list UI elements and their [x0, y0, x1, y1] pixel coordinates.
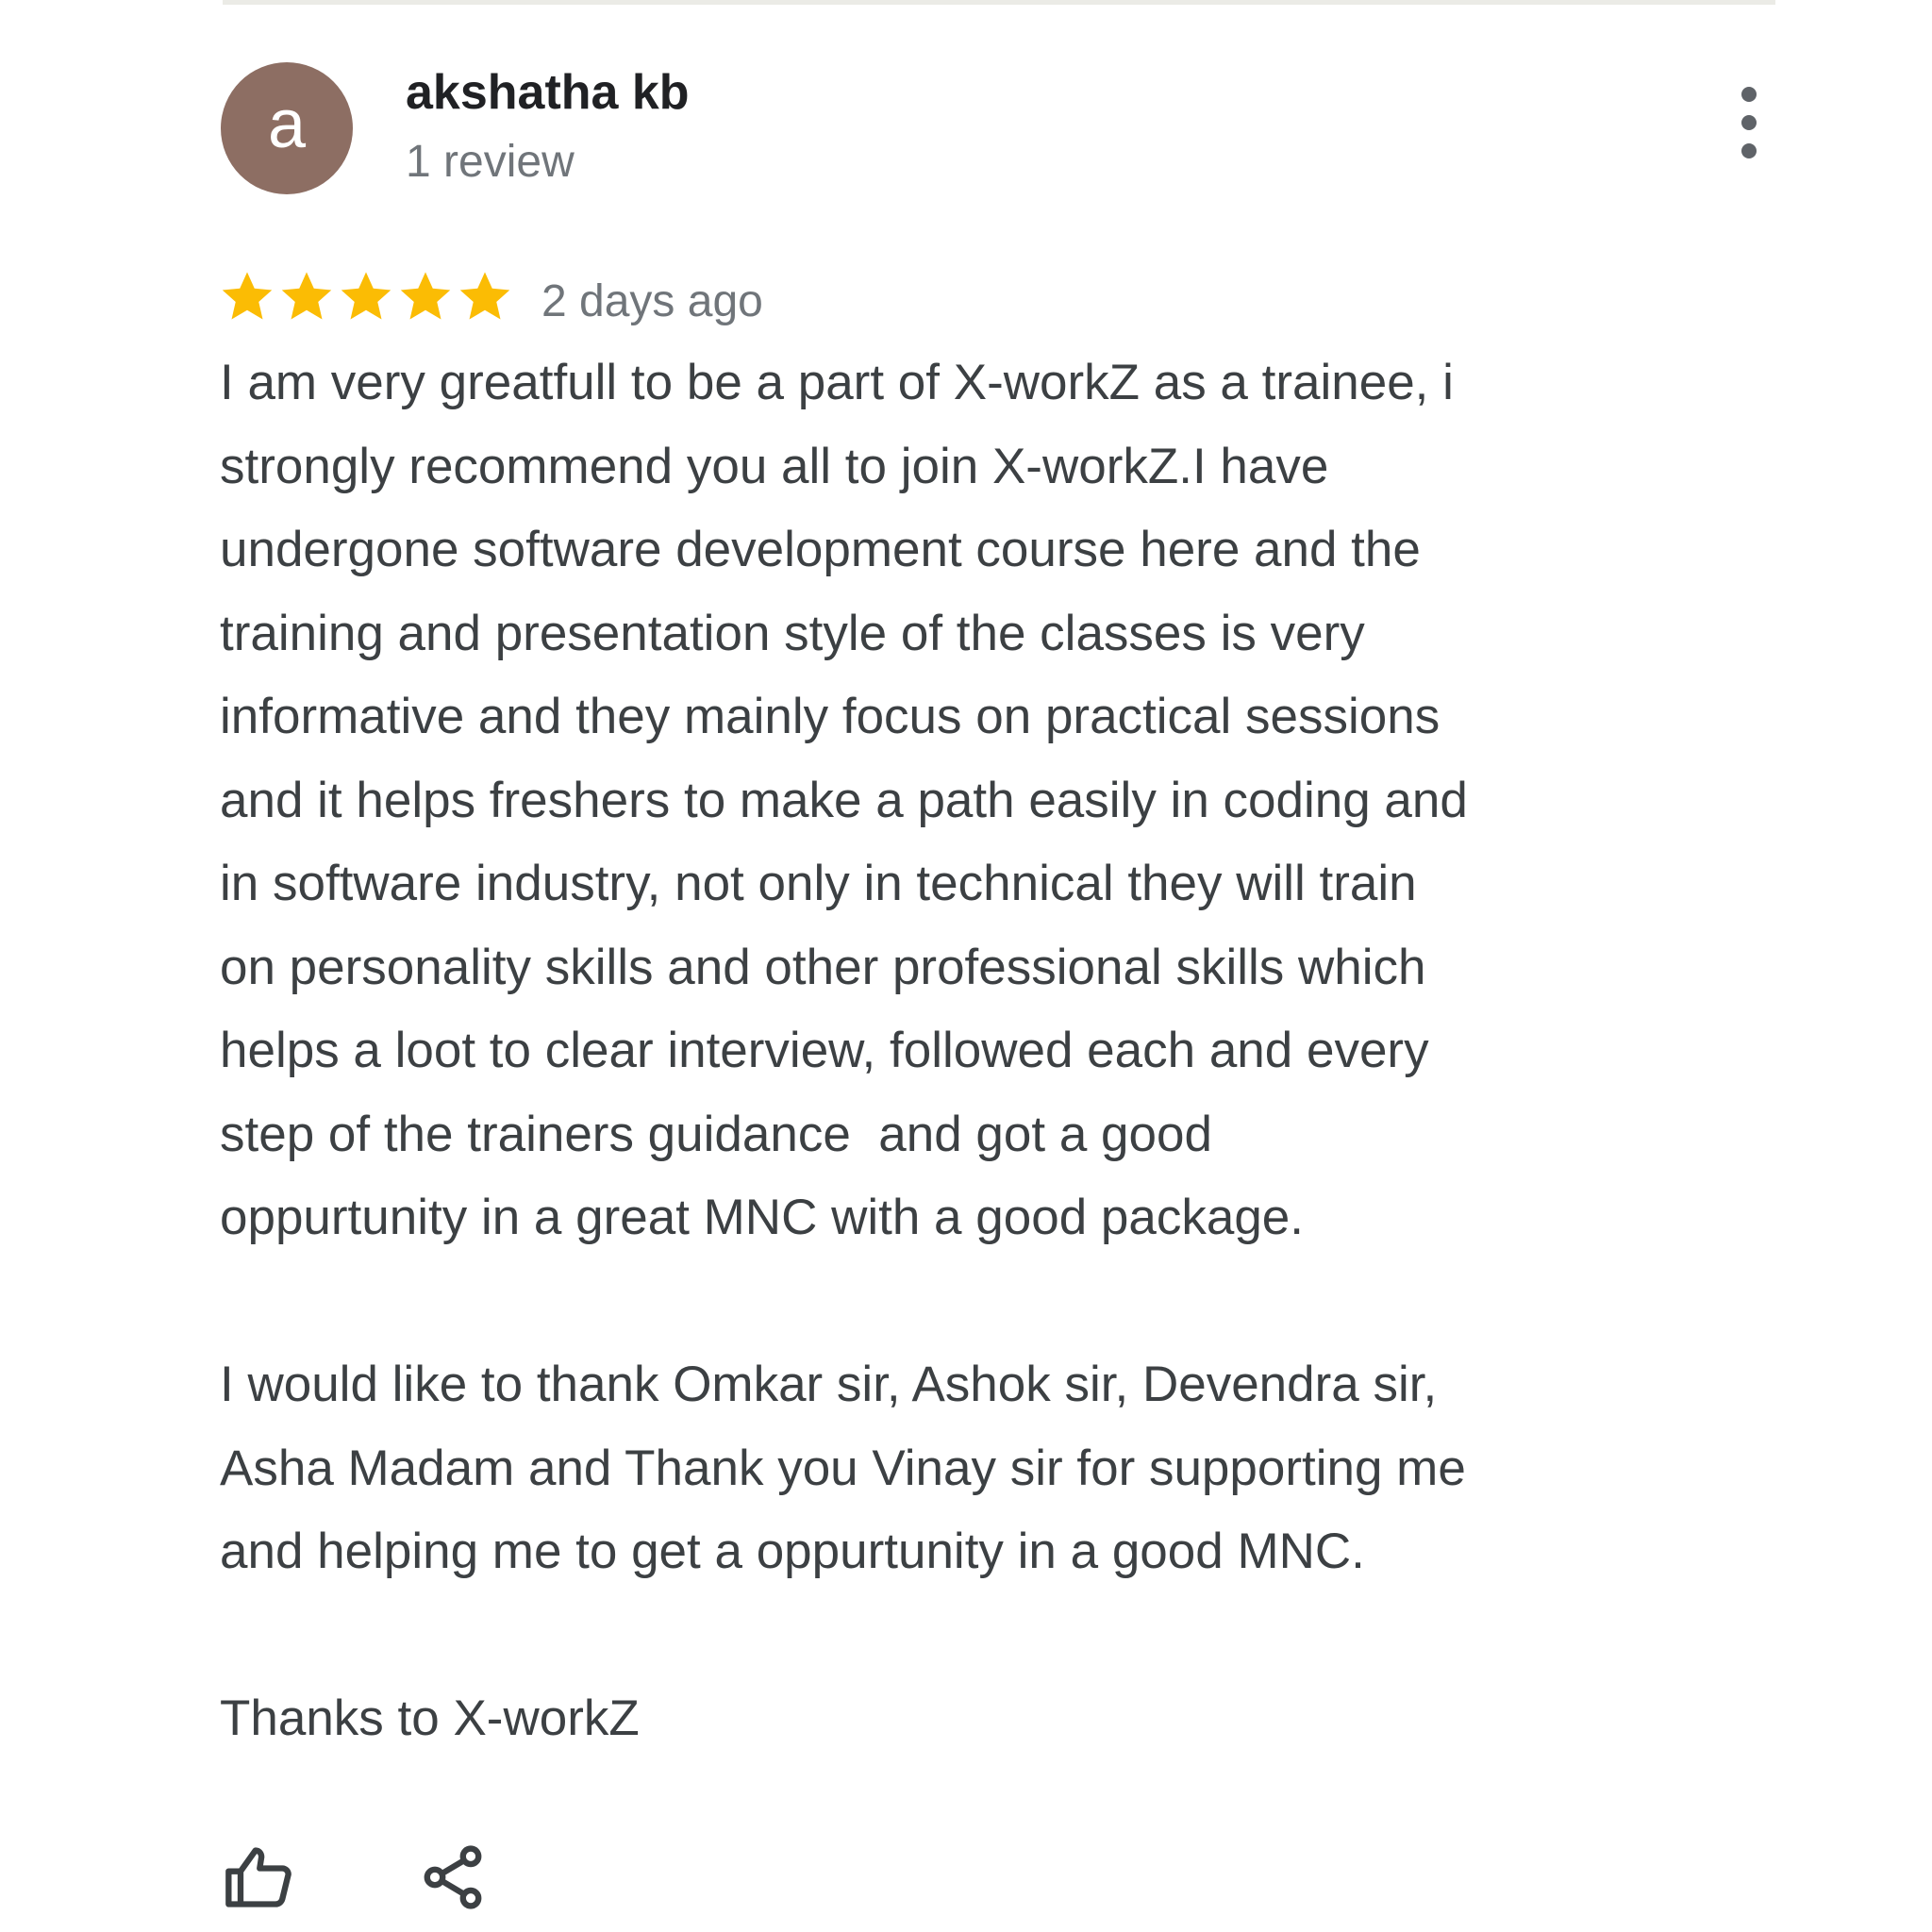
avatar[interactable]: a — [221, 62, 353, 194]
share-icon — [424, 1845, 482, 1909]
more-options-button[interactable] — [1730, 87, 1768, 158]
thumbs-up-icon — [225, 1847, 291, 1907]
star-icon — [281, 272, 332, 320]
like-button[interactable] — [223, 1841, 294, 1913]
share-button[interactable] — [417, 1841, 489, 1913]
review-line: and helping me to get a oppurtunity in a… — [220, 1524, 1365, 1579]
reviewer-name[interactable]: akshatha kb — [406, 64, 690, 121]
review-line: in software industry, not only in techni… — [220, 856, 1417, 911]
review-closing: Thanks to X-workZ — [220, 1690, 640, 1746]
more-vertical-icon-dot — [1741, 143, 1757, 158]
review-line: on personality skills and other professi… — [220, 939, 1426, 995]
star-icon — [459, 272, 510, 320]
review-line: informative and they mainly focus on pra… — [220, 689, 1441, 744]
star-icon — [341, 272, 391, 320]
avatar-letter: a — [267, 87, 307, 162]
star-rating — [219, 268, 513, 328]
star-icon — [400, 272, 451, 320]
review-line: I am very greatfull to be a part of X-wo… — [220, 355, 1454, 410]
review-line: helps a loot to clear interview, followe… — [220, 1023, 1429, 1078]
review-line: I would like to thank Omkar sir, Ashok s… — [220, 1357, 1438, 1412]
review-line: training and presentation style of the c… — [220, 605, 1365, 661]
review-line: step of the trainers guidance and got a … — [220, 1106, 1212, 1162]
more-vertical-icon-dot — [1741, 115, 1757, 130]
review-line: oppurtunity in a great MNC with a good p… — [220, 1190, 1304, 1245]
review-line: strongly recommend you all to join X-wor… — [220, 438, 1329, 494]
review-text: I am very greatfull to be a part of X-wo… — [220, 341, 1729, 1761]
top-divider — [223, 0, 1775, 5]
more-vertical-icon — [1741, 87, 1757, 102]
review-paragraph-thanks: I would like to thank Omkar sir, Ashok s… — [220, 1343, 1729, 1594]
review-date: 2 days ago — [541, 276, 763, 326]
review-line: Asha Madam and Thank you Vinay sir for s… — [220, 1440, 1466, 1496]
review-line: and it helps freshers to make a path eas… — [220, 772, 1468, 828]
star-icon — [222, 272, 273, 320]
reviewer-review-count[interactable]: 1 review — [406, 136, 575, 188]
review-paragraph-main: I am very greatfull to be a part of X-wo… — [220, 341, 1729, 1260]
review-line: undergone software development course he… — [220, 522, 1421, 577]
